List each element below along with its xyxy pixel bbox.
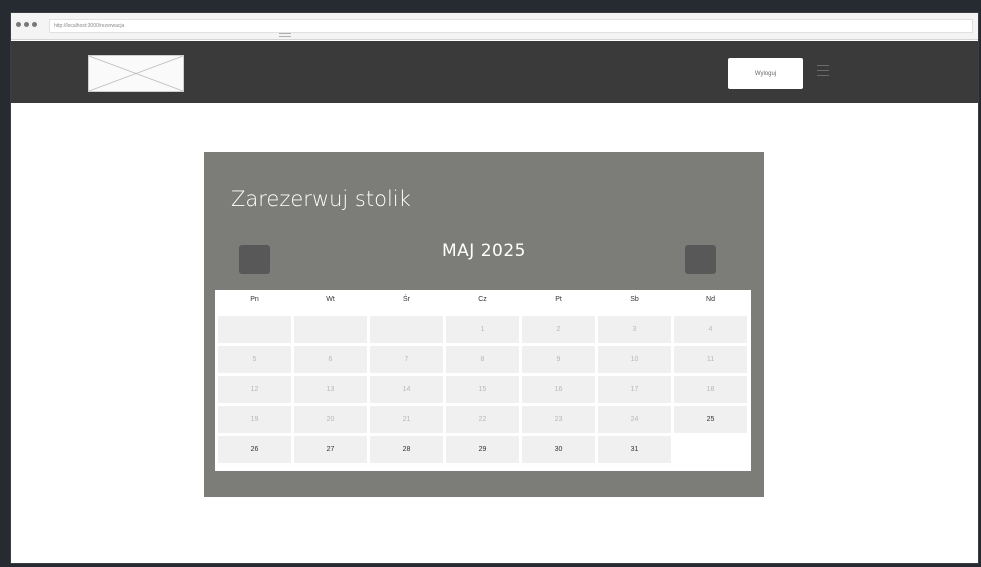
weekday-label: Nd xyxy=(706,296,715,303)
calendar-day[interactable]: 26 xyxy=(218,436,291,463)
calendar-day[interactable]: 29 xyxy=(446,436,519,463)
calendar-day: 7 xyxy=(370,346,443,373)
page-title: Zarezerwuj stolik xyxy=(231,187,411,211)
calendar-day[interactable]: 30 xyxy=(522,436,595,463)
calendar-day[interactable]: 27 xyxy=(294,436,367,463)
logout-button[interactable]: Wyloguj xyxy=(728,58,803,89)
hamburger-menu-icon[interactable] xyxy=(817,65,829,81)
calendar-day: 21 xyxy=(370,406,443,433)
weekday-header: Pn Wt Śr Cz Pt Sb Nd xyxy=(218,290,751,316)
calendar-day: 2 xyxy=(522,316,595,343)
calendar-day: 11 xyxy=(674,346,747,373)
weekday-label: Wt xyxy=(326,296,335,303)
calendar-day: 18 xyxy=(674,376,747,403)
calendar-day: 6 xyxy=(294,346,367,373)
address-bar[interactable]: http://localhost:3000/rezerwacja xyxy=(49,19,973,33)
month-label: MAJ 2025 xyxy=(442,241,526,261)
window-controls xyxy=(16,22,37,27)
calendar-day: 15 xyxy=(446,376,519,403)
calendar-day: 12 xyxy=(218,376,291,403)
browser-toolbar: http://localhost:3000/rezerwacja xyxy=(11,13,978,40)
logo-placeholder-icon[interactable] xyxy=(88,55,184,92)
calendar: Pn Wt Śr Cz Pt Sb Nd 1 2 3 4 5 6 7 8 9 10 11 12 13 14 15 16 17… xyxy=(215,290,751,471)
calendar-day: 14 xyxy=(370,376,443,403)
calendar-day: 1 xyxy=(446,316,519,343)
next-month-button[interactable] xyxy=(685,245,716,274)
calendar-day: 13 xyxy=(294,376,367,403)
maximize-window-dot[interactable] xyxy=(32,22,37,27)
reservation-panel: Zarezerwuj stolik MAJ 2025 Pn Wt Śr Cz Pt Sb N… xyxy=(204,152,764,497)
calendar-day: 19 xyxy=(218,406,291,433)
weekday-label: Sb xyxy=(630,296,639,303)
browser-menu-icon[interactable] xyxy=(279,33,291,41)
close-window-dot[interactable] xyxy=(16,22,21,27)
calendar-day: 17 xyxy=(598,376,671,403)
calendar-empty-cell xyxy=(218,316,291,343)
weekday-label: Pt xyxy=(555,296,562,303)
calendar-day: 8 xyxy=(446,346,519,373)
site-header: Wyloguj xyxy=(11,41,978,103)
minimize-window-dot[interactable] xyxy=(24,22,29,27)
calendar-day: 4 xyxy=(674,316,747,343)
browser-window: http://localhost:3000/rezerwacja Wyloguj… xyxy=(10,12,979,564)
calendar-day: 24 xyxy=(598,406,671,433)
calendar-day: 9 xyxy=(522,346,595,373)
calendar-day[interactable]: 28 xyxy=(370,436,443,463)
weekday-label: Pn xyxy=(250,296,259,303)
calendar-day: 10 xyxy=(598,346,671,373)
calendar-day[interactable]: 25 xyxy=(674,406,747,433)
calendar-day: 23 xyxy=(522,406,595,433)
calendar-day[interactable]: 31 xyxy=(598,436,671,463)
calendar-day: 20 xyxy=(294,406,367,433)
calendar-day: 22 xyxy=(446,406,519,433)
calendar-grid: 1 2 3 4 5 6 7 8 9 10 11 12 13 14 15 16 17 18 19 20 21 22 23 24 2… xyxy=(218,316,751,463)
calendar-day: 16 xyxy=(522,376,595,403)
calendar-day: 5 xyxy=(218,346,291,373)
calendar-empty-cell xyxy=(294,316,367,343)
weekday-label: Śr xyxy=(403,296,410,303)
weekday-label: Cz xyxy=(478,296,487,303)
calendar-day: 3 xyxy=(598,316,671,343)
calendar-empty-cell xyxy=(370,316,443,343)
